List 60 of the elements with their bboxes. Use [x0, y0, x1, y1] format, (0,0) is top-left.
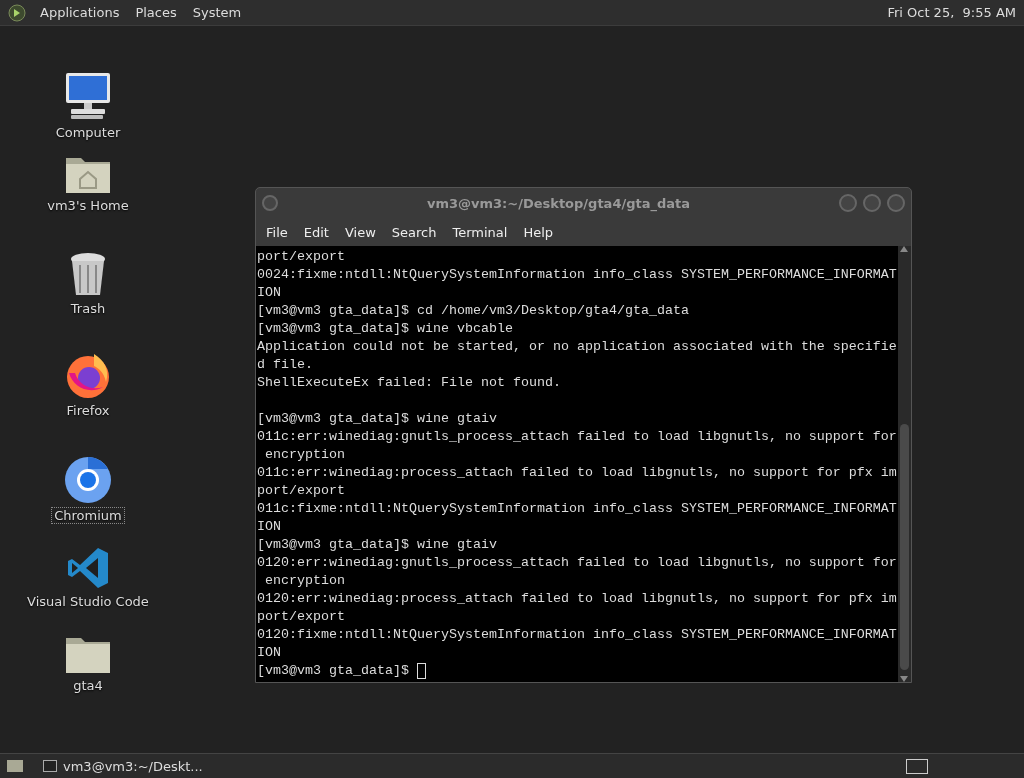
terminal-line: ION	[257, 518, 282, 536]
terminal-line: 0120:fixme:ntdll:NtQuerySystemInformation info_class SYSTEM_PERFORMANCE_INFORMAT	[257, 626, 897, 644]
firefox-icon	[64, 351, 112, 399]
terminal-line: 0120:err:winediag:process_attach failed to load libgnutls, no support for pfx im	[257, 590, 897, 608]
terminal-line: 0024:fixme:ntdll:NtQuerySystemInformation info_class SYSTEM_PERFORMANCE_INFORMAT	[257, 266, 897, 284]
desktop-icon-label[interactable]: Trash	[68, 301, 108, 316]
desktop-icon-label[interactable]: gta4	[71, 678, 105, 693]
text-cursor	[416, 663, 426, 679]
terminal-line: [vm3@vm3 gta_data]$ cd /home/vm3/Desktop/gta4/gta_data	[257, 302, 690, 320]
terminal-line: encryption	[264, 446, 346, 464]
terminal-line: ShellExecuteEx failed: File not found.	[257, 374, 562, 392]
terminal-line: Application could not be started, or no application associated with the specifie	[257, 338, 897, 356]
window-menu-icon[interactable]	[262, 195, 278, 211]
terminal-line: d file.	[257, 356, 314, 374]
menu-item[interactable]: View	[336, 220, 384, 244]
prompt: [vm3@vm3 gta_data]$	[257, 662, 409, 680]
code-editor-icon	[66, 546, 110, 590]
terminal-line: ION	[257, 644, 282, 662]
panel-menu[interactable]: System	[190, 3, 244, 22]
terminal-line: encryption	[264, 572, 346, 590]
show-desktop-icon[interactable]	[6, 759, 24, 773]
window-title: vm3@vm3:~/Desktop/gta4/gta_data	[425, 195, 692, 211]
terminal-line: [vm3@vm3 gta_data]$ wine gtaiv	[257, 410, 498, 428]
terminal-line: 011c:fixme:ntdll:NtQuerySystemInformation info_class SYSTEM_PERFORMANCE_INFORMAT	[257, 500, 897, 518]
clock[interactable]: Fri Oct 25, 9:55 AM	[887, 5, 1016, 20]
menu-item[interactable]: File	[258, 220, 296, 244]
desktop-icon-label[interactable]: Firefox	[64, 403, 112, 418]
computer-icon	[63, 71, 113, 121]
terminal-icon	[43, 760, 57, 772]
scroll-up-icon[interactable]	[900, 246, 909, 252]
terminal-line: [vm3@vm3 gta_data]$ wine vbcable	[257, 320, 514, 338]
scrollbar[interactable]	[897, 246, 911, 682]
terminal-line: port/export	[257, 482, 346, 500]
menu-item[interactable]: Help	[515, 220, 562, 244]
panel-menu[interactable]: Places	[133, 3, 179, 22]
maximize-icon[interactable]	[863, 194, 881, 212]
terminal-line: 0120:err:winediag:gnutls_process_attach failed to load libgnutls, no support for	[257, 554, 897, 572]
terminal-line: port/export	[257, 248, 346, 266]
workspace-switcher[interactable]	[906, 758, 928, 774]
distro-logo-icon	[8, 3, 26, 22]
terminal-line: port/export	[257, 608, 346, 626]
scrollbar-thumb[interactable]	[899, 424, 909, 670]
desktop-icon-label[interactable]: Computer	[53, 125, 123, 140]
terminal-line: [vm3@vm3 gta_data]$ wine gtaiv	[257, 536, 498, 554]
menu-item[interactable]: Search	[383, 220, 445, 244]
close-icon[interactable]	[887, 194, 905, 212]
taskbar-button[interactable]: vm3@vm3:~/Deskt...	[34, 755, 212, 777]
menu-item[interactable]: Terminal	[444, 220, 516, 244]
panel-menu[interactable]: Applications	[38, 3, 122, 22]
terminal-line: 011c:err:winediag:gnutls_process_attach failed to load libgnutls, no support for	[257, 428, 897, 446]
terminal-line: 011c:err:winediag:process_attach failed to load libgnutls, no support for pfx im	[257, 464, 897, 482]
trash-icon	[68, 251, 108, 297]
desktop-icon-label[interactable]: Visual Studio Code	[25, 594, 151, 609]
scroll-down-icon[interactable]	[900, 676, 909, 682]
terminal-line: ION	[257, 284, 282, 302]
desktop-icon-label[interactable]: vm3's Home	[45, 198, 131, 213]
desktop-icon-label[interactable]: Chromium	[52, 508, 124, 523]
minimize-icon[interactable]	[839, 194, 857, 212]
menu-item[interactable]: Edit	[295, 220, 337, 244]
chromium-icon	[64, 456, 112, 504]
